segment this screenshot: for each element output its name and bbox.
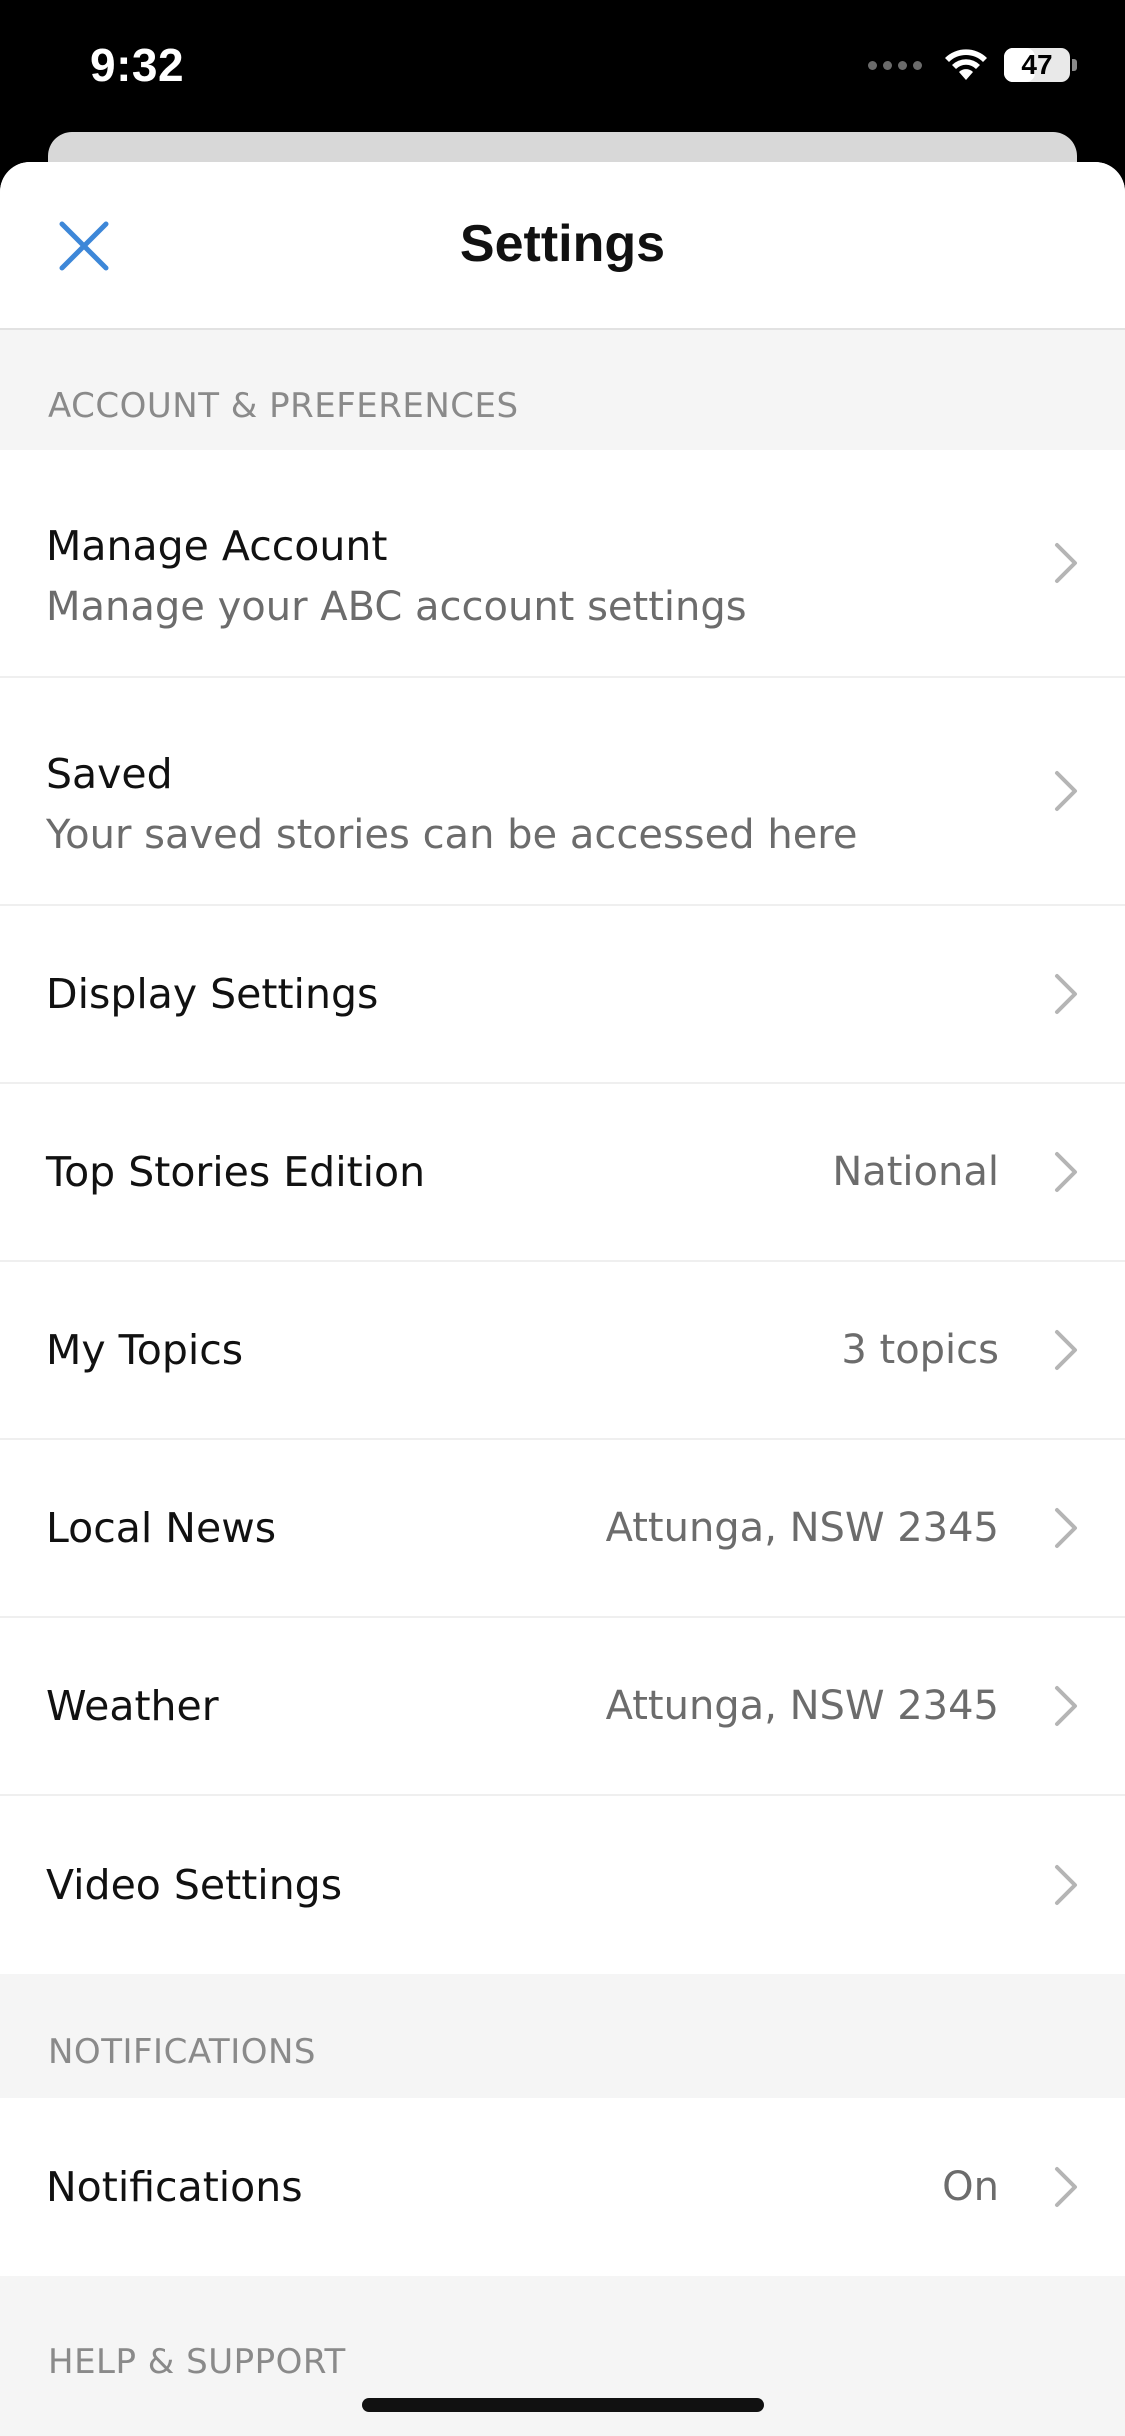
- settings-row-display-settings[interactable]: Display Settings: [0, 906, 1125, 1084]
- row-title: Top Stories Edition: [46, 1148, 426, 1196]
- settings-sheet: Settings ACCOUNT & PREFERENCES Manage Ac…: [0, 162, 1125, 2436]
- page-title: Settings: [459, 215, 666, 273]
- row-title: Display Settings: [46, 970, 379, 1018]
- signal-icon: [868, 60, 922, 70]
- chevron-right-icon: [1055, 1508, 1077, 1548]
- row-title: My Topics: [46, 1326, 244, 1374]
- chevron-right-icon: [1055, 1330, 1077, 1370]
- row-title: Local News: [46, 1504, 277, 1552]
- settings-row-manage-account[interactable]: Manage Account Manage your ABC account s…: [0, 450, 1125, 678]
- chevron-right-icon: [1055, 974, 1077, 1014]
- battery-level: 47: [1021, 49, 1053, 80]
- chevron-right-icon: [1055, 1865, 1077, 1905]
- settings-row-notifications[interactable]: Notifications On: [0, 2098, 1125, 2276]
- settings-row-top-stories-edition[interactable]: Top Stories Edition National: [0, 1084, 1125, 1262]
- settings-row-video-settings[interactable]: Video Settings: [0, 1796, 1125, 1974]
- status-icons: 47: [868, 48, 1077, 82]
- row-value: National: [832, 1149, 999, 1195]
- battery-icon: 47: [1004, 48, 1070, 82]
- chevron-right-icon: [1055, 2167, 1077, 2207]
- row-title: Weather: [46, 1682, 219, 1730]
- wifi-icon: [945, 49, 987, 80]
- status-bar: 9:32 47: [0, 0, 1125, 132]
- battery-tip: [1072, 59, 1077, 71]
- section-header-help-support: HELP & SUPPORT: [48, 2342, 346, 2382]
- chevron-right-icon: [1055, 771, 1077, 811]
- status-time: 9:32: [90, 39, 185, 91]
- row-value: Attunga, NSW 2345: [605, 1683, 999, 1729]
- home-indicator[interactable]: [362, 2398, 764, 2412]
- chevron-right-icon: [1055, 1686, 1077, 1726]
- settings-row-weather[interactable]: Weather Attunga, NSW 2345: [0, 1618, 1125, 1796]
- row-subtitle: Your saved stories can be accessed here: [46, 812, 858, 858]
- notifications-group: Notifications On: [0, 2098, 1125, 2276]
- row-title: Saved: [46, 750, 173, 798]
- section-header-account: ACCOUNT & PREFERENCES: [48, 386, 519, 426]
- chevron-right-icon: [1055, 1152, 1077, 1192]
- settings-row-my-topics[interactable]: My Topics 3 topics: [0, 1262, 1125, 1440]
- account-settings-group: Manage Account Manage your ABC account s…: [0, 450, 1125, 1974]
- row-title: Manage Account: [46, 522, 388, 570]
- row-title: Video Settings: [46, 1861, 343, 1909]
- row-value: On: [942, 2164, 999, 2210]
- settings-row-local-news[interactable]: Local News Attunga, NSW 2345: [0, 1440, 1125, 1618]
- row-title: Notifications: [46, 2163, 303, 2211]
- settings-row-saved[interactable]: Saved Your saved stories can be accessed…: [0, 678, 1125, 906]
- sheet-header: Settings: [0, 162, 1125, 330]
- row-value: 3 topics: [841, 1327, 999, 1373]
- row-value: Attunga, NSW 2345: [605, 1505, 999, 1551]
- row-subtitle: Manage your ABC account settings: [46, 584, 747, 630]
- section-header-notifications: NOTIFICATIONS: [48, 2032, 317, 2072]
- chevron-right-icon: [1055, 543, 1077, 583]
